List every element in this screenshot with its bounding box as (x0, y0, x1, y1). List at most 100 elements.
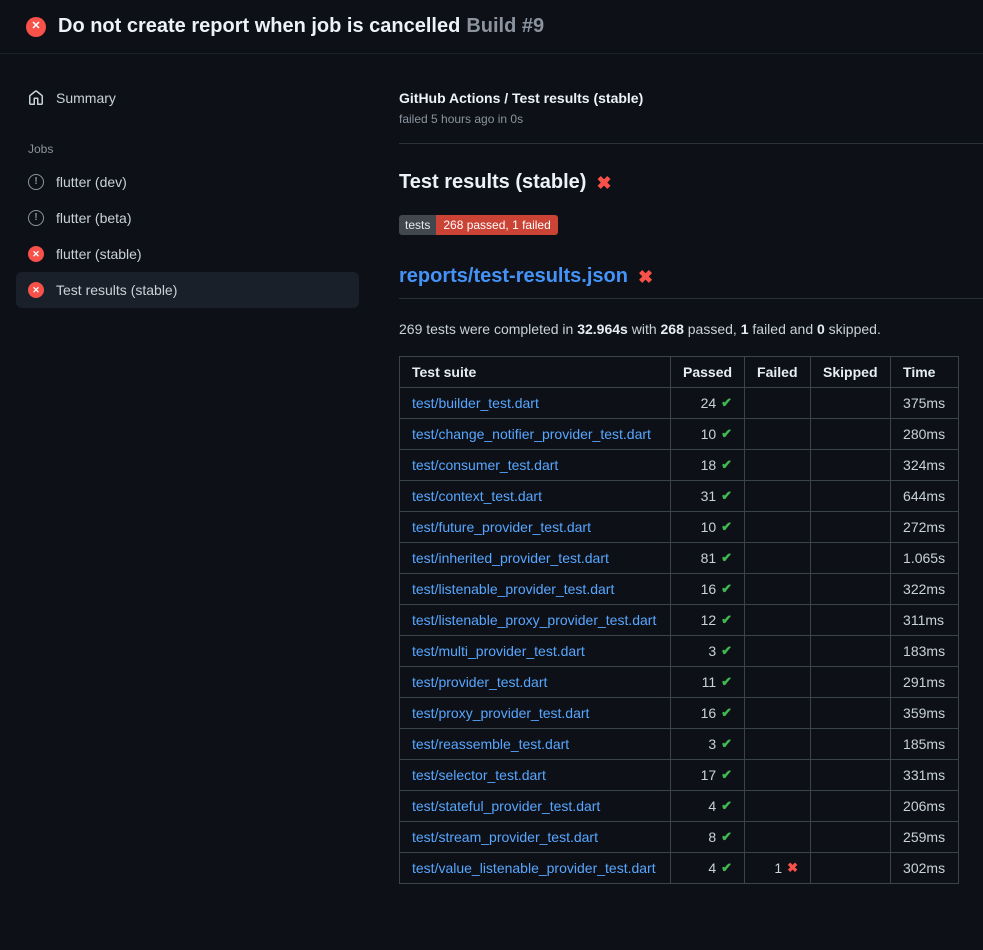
suite-link[interactable]: test/context_test.dart (412, 488, 542, 504)
table-row: test/proxy_provider_test.dart16✔359ms (400, 698, 959, 729)
report-link[interactable]: reports/test-results.json (399, 265, 628, 288)
passed-cell-count: 18 (701, 457, 717, 473)
table-row: test/provider_test.dart11✔291ms (400, 667, 959, 698)
column-header-failed: Failed (745, 357, 811, 388)
time-cell: 259ms (891, 822, 959, 853)
sidebar-job-label: Test results (stable) (56, 282, 177, 298)
passed-cell-count: 3 (708, 736, 716, 752)
summary-text: failed and (749, 321, 818, 337)
table-row: test/inherited_provider_test.dart81✔1.06… (400, 543, 959, 574)
suite-link[interactable]: test/change_notifier_provider_test.dart (412, 426, 651, 442)
failed-cell (745, 729, 811, 760)
skipped-cell (811, 605, 891, 636)
table-row: test/change_notifier_provider_test.dart 1… (400, 419, 959, 450)
suite-link[interactable]: test/selector_test.dart (412, 767, 546, 783)
passed-cell: 3✔ (671, 729, 745, 760)
time-cell: 206ms (891, 791, 959, 822)
suite-cell: test/reassemble_test.dart (400, 729, 671, 760)
skipped-cell (811, 636, 891, 667)
suite-link[interactable]: test/inherited_provider_test.dart (412, 550, 609, 566)
sidebar-job-flutter-dev[interactable]: !flutter (dev) (16, 164, 359, 200)
time-cell: 272ms (891, 512, 959, 543)
table-header-row: Test suite Passed Failed Skipped Time (400, 357, 959, 388)
skipped-cell (811, 419, 891, 450)
passed-cell-count: 10 (701, 426, 717, 442)
table-row: test/future_provider_test.dart10✔272ms (400, 512, 959, 543)
sidebar-item-summary[interactable]: Summary (16, 80, 359, 116)
suite-link[interactable]: test/value_listenable_provider_test.dart (412, 860, 656, 876)
passed-cell-count: 81 (701, 550, 717, 566)
time-cell: 302ms (891, 853, 959, 884)
sidebar-job-flutter-stable[interactable]: ✕flutter (stable) (16, 236, 359, 272)
sidebar-job-test-results-stable[interactable]: ✕ Test results (stable) (16, 272, 359, 308)
failed-cell (745, 822, 811, 853)
badge-label: tests (399, 215, 436, 235)
time-cell: 644ms (891, 481, 959, 512)
check-icon: ✔ (721, 767, 732, 783)
check-icon: ✔ (721, 705, 732, 721)
skipped-cell (811, 791, 891, 822)
time-cell: 1.065s (891, 543, 959, 574)
failed-cell (745, 512, 811, 543)
time-cell: 322ms (891, 574, 959, 605)
suite-link[interactable]: test/provider_test.dart (412, 674, 547, 690)
time-cell: 185ms (891, 729, 959, 760)
passed-cell-count: 4 (708, 860, 716, 876)
section-title: Test results (stable) ✖ (399, 171, 983, 194)
passed-cell: 3✔ (671, 636, 745, 667)
build-header: ✕ Do not create report when job is cance… (0, 0, 983, 54)
suite-cell: test/future_provider_test.dart (400, 512, 671, 543)
test-results-table: Test suite Passed Failed Skipped Time te… (399, 356, 959, 884)
suite-cell: test/context_test.dart (400, 481, 671, 512)
jobs-list: !flutter (dev)!flutter (beta)✕flutter (s… (16, 164, 359, 308)
table-row: test/multi_provider_test.dart 3✔ 183ms (400, 636, 959, 667)
suite-link[interactable]: test/future_provider_test.dart (412, 519, 591, 535)
report-title: reports/test-results.json ✖ (399, 265, 983, 299)
passed-cell-count: 4 (708, 798, 716, 814)
run-status-line: failed 5 hours ago in 0s (399, 112, 983, 126)
suite-link[interactable]: test/consumer_test.dart (412, 457, 558, 473)
time-cell: 375ms (891, 388, 959, 419)
failed-cell (745, 698, 811, 729)
passed-cell: 16✔ (671, 574, 745, 605)
suite-link[interactable]: test/listenable_provider_test.dart (412, 581, 614, 597)
skipped-cell (811, 698, 891, 729)
skipped-cell (811, 512, 891, 543)
failed-status-icon: ✕ (28, 282, 44, 298)
column-header-passed: Passed (671, 357, 745, 388)
suite-link[interactable]: test/builder_test.dart (412, 395, 539, 411)
failed-cell (745, 543, 811, 574)
skipped-cell (811, 543, 891, 574)
table-row: test/stateful_provider_test.dart4✔206ms (400, 791, 959, 822)
check-icon: ✔ (721, 643, 732, 659)
suite-cell: test/proxy_provider_test.dart (400, 698, 671, 729)
neutral-status-icon: ! (28, 210, 44, 226)
suite-cell: test/builder_test.dart (400, 388, 671, 419)
passed-cell-count: 16 (701, 581, 717, 597)
passed-cell: 17✔ (671, 760, 745, 791)
badge-value: 268 passed, 1 failed (436, 215, 557, 235)
jobs-section-heading: Jobs (28, 142, 359, 156)
suite-link[interactable]: test/reassemble_test.dart (412, 736, 569, 752)
build-number: Build #9 (466, 15, 544, 37)
suite-cell: test/inherited_provider_test.dart (400, 543, 671, 574)
suite-link[interactable]: test/listenable_proxy_provider_test.dart (412, 612, 656, 628)
passed-cell-count: 17 (701, 767, 717, 783)
suite-link[interactable]: test/multi_provider_test.dart (412, 643, 585, 659)
sidebar-job-flutter-beta[interactable]: !flutter (beta) (16, 200, 359, 236)
failed-status-icon: ✕ (28, 246, 44, 262)
passed-cell: 16✔ (671, 698, 745, 729)
suite-link[interactable]: test/proxy_provider_test.dart (412, 705, 589, 721)
suite-link[interactable]: test/stream_provider_test.dart (412, 829, 598, 845)
time-cell: 331ms (891, 760, 959, 791)
check-icon: ✔ (721, 612, 732, 628)
results-table-body: test/builder_test.dart24✔375mstest/chang… (400, 388, 959, 884)
table-row: test/builder_test.dart24✔375ms (400, 388, 959, 419)
section-title-text: Test results (stable) (399, 171, 586, 194)
summary-text: skipped. (825, 321, 881, 337)
divider (399, 143, 983, 144)
time-cell: 183ms (891, 636, 959, 667)
passed-cell-count: 24 (701, 395, 717, 411)
main-content: GitHub Actions / Test results (stable) f… (375, 54, 983, 884)
suite-link[interactable]: test/stateful_provider_test.dart (412, 798, 600, 814)
